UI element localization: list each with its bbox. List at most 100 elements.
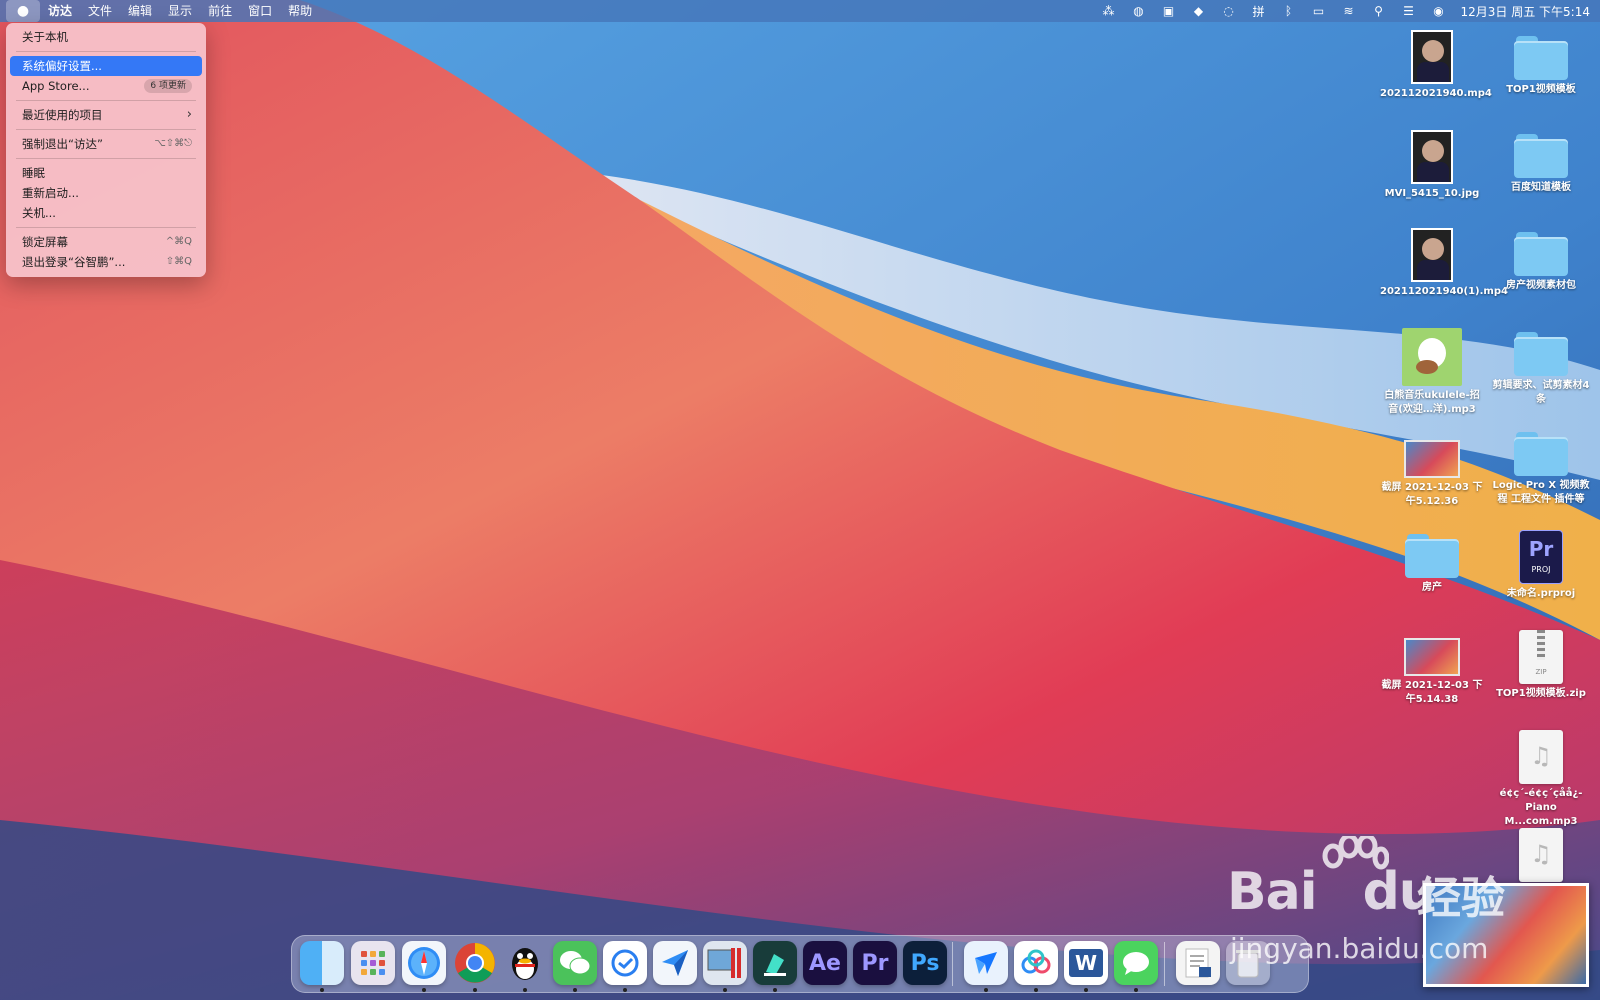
- dingtalk-chat-icon[interactable]: [603, 941, 647, 985]
- premiere-pro-icon[interactable]: Pr: [853, 941, 897, 985]
- menu-go[interactable]: 前往: [200, 0, 240, 22]
- desktop-file-screenshot[interactable]: 截屏 2021-12-03 下午5.14.38: [1380, 638, 1484, 707]
- apple-dropdown-menu: 关于本机 系统偏好设置... App Store... 6 项更新 最近使用的项…: [6, 23, 206, 277]
- folder-icon: [1514, 232, 1568, 276]
- desktop-folder[interactable]: 房产视频素材包: [1489, 232, 1593, 293]
- desktop-file-audio[interactable]: ♫ é¢ç´-é¢ç´çåå¿-Piano M...com.mp3: [1489, 730, 1593, 829]
- photoshop-icon[interactable]: Ps: [903, 941, 947, 985]
- menu-item-label: App Store...: [22, 79, 90, 93]
- notification-bell-icon[interactable]: ◆: [1191, 4, 1207, 18]
- desktop-file-label: 202112021940.mp4: [1380, 88, 1492, 99]
- menu-item-about-this-mac[interactable]: 关于本机: [10, 27, 202, 47]
- desktop-file-label: 白熊音乐ukulele-招音(欢迎…洋).mp3: [1384, 390, 1480, 415]
- menu-window[interactable]: 窗口: [240, 0, 280, 22]
- desktop-file-video[interactable]: 202112021940.mp4: [1380, 30, 1492, 101]
- desktop-folder[interactable]: Logic Pro X 视频教程 工程文件 插件等: [1489, 432, 1593, 507]
- running-indicator: [473, 988, 477, 992]
- wifi-icon[interactable]: ≋: [1341, 4, 1357, 18]
- siri-icon[interactable]: ◉: [1431, 4, 1447, 18]
- spotlight-search-icon[interactable]: ⚲: [1371, 4, 1387, 18]
- video-thumbnail-icon: [1411, 30, 1453, 84]
- menu-item-label: 锁定屏幕: [22, 235, 68, 249]
- word-icon-letter: W: [1068, 949, 1104, 977]
- menu-item-sleep[interactable]: 睡眠: [10, 163, 202, 183]
- menu-item-label: 最近使用的项目: [22, 108, 103, 122]
- menu-file[interactable]: 文件: [80, 0, 120, 22]
- filmora-icon[interactable]: [753, 941, 797, 985]
- baidu-netdisk-status-icon[interactable]: ⁂: [1101, 4, 1117, 18]
- finder-icon[interactable]: [300, 941, 344, 985]
- menu-bar: ● 访达 文件 编辑 显示 前往 窗口 帮助 ⁂ ◍ ▣ ◆ ◌ 拼 ᛒ ▭ ≋…: [0, 0, 1600, 22]
- desktop-folder[interactable]: 剪辑要求、试剪素材4条: [1489, 332, 1593, 407]
- folder-icon: [1514, 332, 1568, 376]
- message-status-icon[interactable]: ◌: [1221, 4, 1237, 18]
- baidu-netdisk-icon[interactable]: [1014, 941, 1058, 985]
- desktop-folder-label: TOP1视频模板: [1506, 84, 1576, 95]
- microsoft-word-icon[interactable]: W: [1064, 941, 1108, 985]
- chrome-icon[interactable]: [453, 941, 497, 985]
- watermark-brand: Bai du: [1227, 862, 1436, 922]
- menu-help[interactable]: 帮助: [280, 0, 320, 22]
- desktop-file-screenshot[interactable]: 截屏 2021-12-03 下午5.12.36: [1380, 440, 1484, 509]
- desktop-file-image[interactable]: MVI_5415_10.jpg: [1380, 130, 1484, 201]
- desktop-folder-label: 剪辑要求、试剪素材4条: [1492, 380, 1590, 405]
- menu-item-restart[interactable]: 重新启动...: [10, 183, 202, 203]
- menu-edit[interactable]: 编辑: [120, 0, 160, 22]
- menu-item-label: 关于本机: [22, 30, 68, 44]
- menu-item-recent-items[interactable]: 最近使用的项目 ›: [10, 105, 202, 125]
- desktop-folder[interactable]: TOP1视频模板: [1489, 36, 1593, 97]
- desktop-file-label: MVI_5415_10.jpg: [1384, 188, 1480, 199]
- menu-separator: [16, 51, 196, 52]
- audio-artwork-icon: [1402, 328, 1462, 386]
- desktop-file-label: 202112021940(1).mp4: [1380, 286, 1508, 297]
- menubar-clock[interactable]: 12月3日 周五 下午5:14: [1461, 3, 1590, 20]
- running-indicator: [573, 988, 577, 992]
- folder-icon: [1514, 432, 1568, 476]
- safari-icon[interactable]: [402, 941, 446, 985]
- menu-app-name[interactable]: 访达: [40, 0, 80, 22]
- zip-tag-text: ZIP: [1535, 668, 1547, 676]
- menu-item-log-out[interactable]: 退出登录“谷智鹏”... ⇧⌘Q: [10, 252, 202, 272]
- wechat-icon[interactable]: [553, 941, 597, 985]
- video-thumbnail-icon: [1411, 228, 1453, 282]
- desktop-file-zip[interactable]: ZIP TOP1视频模板.zip: [1489, 630, 1593, 701]
- menu-view[interactable]: 显示: [160, 0, 200, 22]
- after-effects-icon[interactable]: Ae: [803, 941, 847, 985]
- menu-item-lock-screen[interactable]: 锁定屏幕 ^⌘Q: [10, 232, 202, 252]
- bluetooth-icon[interactable]: ᛒ: [1281, 4, 1297, 18]
- battery-icon[interactable]: ▭: [1311, 4, 1327, 18]
- running-indicator: [1034, 988, 1038, 992]
- desktop-folder[interactable]: 房产: [1380, 534, 1484, 595]
- menu-item-force-quit[interactable]: 强制退出“访达” ⌥⇧⌘⎋: [10, 134, 202, 154]
- desktop-file-label: é¢ç´-é¢ç´çåå¿-Piano M...com.mp3: [1499, 788, 1583, 827]
- qq-icon[interactable]: [503, 941, 547, 985]
- apple-menu-button[interactable]: ●: [6, 0, 40, 22]
- menu-shortcut: ⇧⌘Q: [165, 256, 192, 267]
- menu-item-app-store[interactable]: App Store... 6 项更新: [10, 76, 202, 96]
- send-anywhere-icon[interactable]: [653, 941, 697, 985]
- launchpad-icon[interactable]: [351, 941, 395, 985]
- watermark-jingyan: 经验: [1417, 873, 1505, 924]
- running-indicator: [1084, 988, 1088, 992]
- screen-capture-status-icon[interactable]: ▣: [1161, 4, 1177, 18]
- input-method-icon[interactable]: 拼: [1251, 4, 1267, 19]
- status-area: ⁂ ◍ ▣ ◆ ◌ 拼 ᛒ ▭ ≋ ⚲ ☰ ◉ 12月3日 周五 下午5:14: [1101, 0, 1590, 22]
- desktop-file-video[interactable]: 202112021940(1).mp4: [1380, 228, 1508, 299]
- control-center-icon[interactable]: ☰: [1401, 4, 1417, 18]
- lark-app-icon[interactable]: [964, 941, 1008, 985]
- menu-shortcut: ^⌘Q: [165, 236, 192, 247]
- watermark-brand-a: Bai: [1227, 862, 1318, 922]
- desktop-file-label: 截屏 2021-12-03 下午5.12.36: [1381, 482, 1483, 507]
- messages-icon[interactable]: [1114, 941, 1158, 985]
- menu-item-label: 退出登录“谷智鹏”...: [22, 255, 126, 269]
- running-indicator: [984, 988, 988, 992]
- desktop-folder[interactable]: 百度知道模板: [1489, 134, 1593, 195]
- recent-document-icon[interactable]: [1176, 941, 1220, 985]
- chevron-right-icon: ›: [186, 107, 192, 122]
- wechat-status-icon[interactable]: ◍: [1131, 4, 1147, 18]
- parallels-desktop-icon[interactable]: [703, 941, 747, 985]
- menu-item-shutdown[interactable]: 关机...: [10, 203, 202, 223]
- desktop-file-premiere-project[interactable]: Pr PROJ 未命名.prproj: [1489, 530, 1593, 601]
- desktop-file-audio[interactable]: 白熊音乐ukulele-招音(欢迎…洋).mp3: [1380, 328, 1484, 417]
- menu-item-system-preferences[interactable]: 系统偏好设置...: [10, 56, 202, 76]
